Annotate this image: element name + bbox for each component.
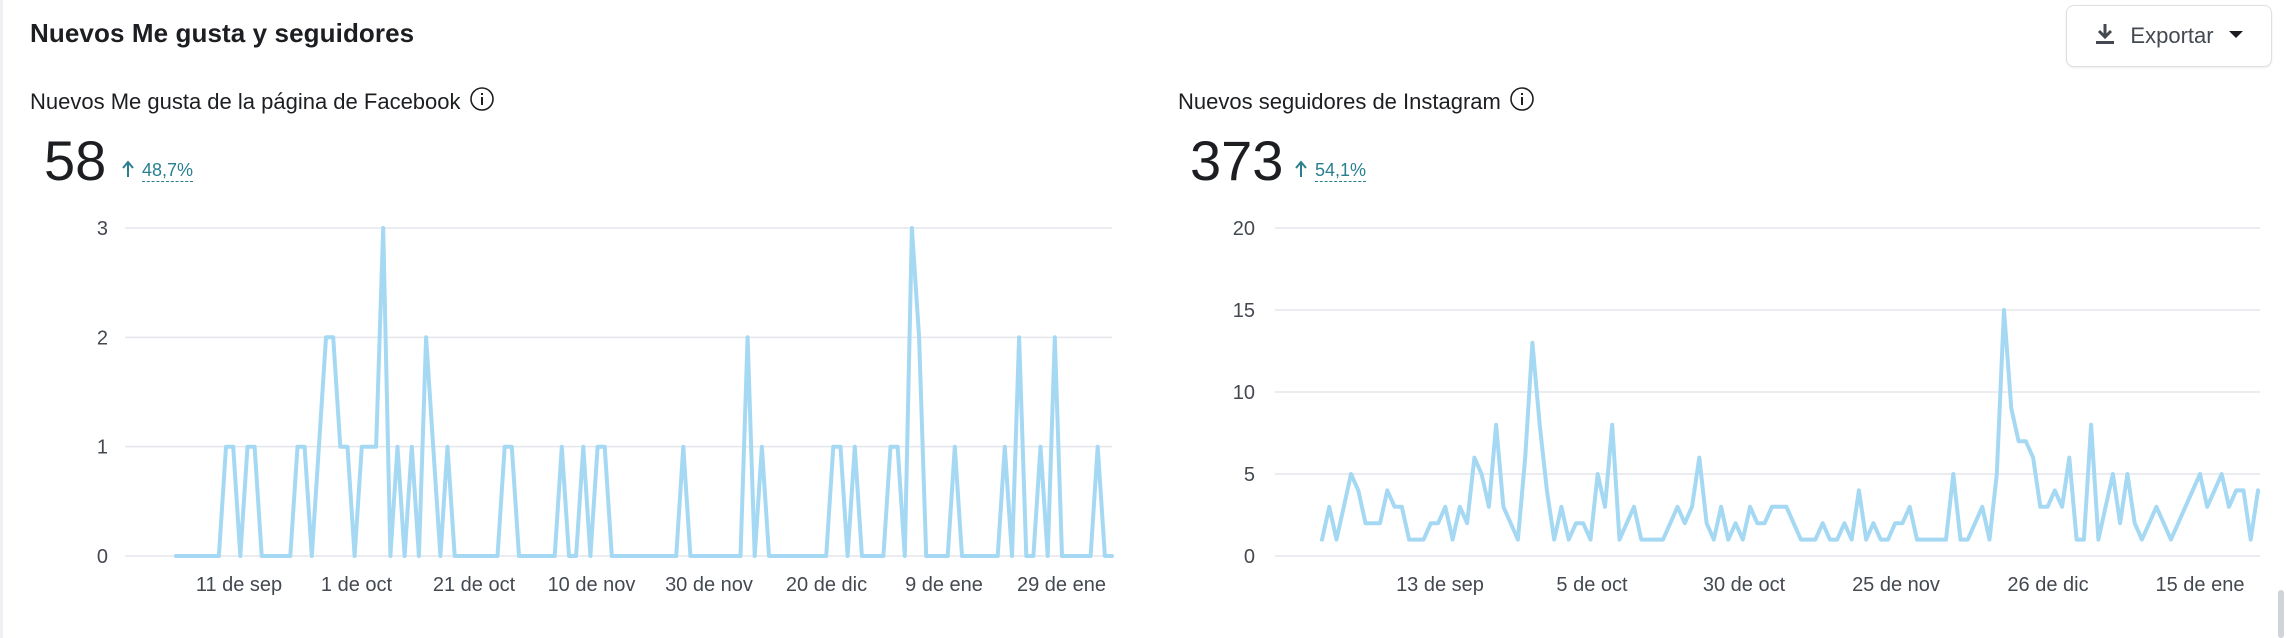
instagram-followers-chart: 0 5 10 15 20 13 de sep 5 de oct 30 de oct 25 de …	[1233, 218, 2260, 596]
y-tick-label: 20	[1233, 218, 1255, 240]
x-tick-label: 5 de oct	[1556, 574, 1628, 596]
x-tick-label: 30 de oct	[1703, 574, 1786, 596]
x-tick-label: 15 de ene	[2156, 574, 2245, 596]
scrollbar[interactable]	[2278, 590, 2284, 638]
y-tick-label: 10	[1233, 382, 1255, 404]
x-tick-label: 25 de nov	[1852, 574, 1940, 596]
y-tick-label: 0	[1244, 546, 1255, 568]
x-tick-label: 13 de sep	[1396, 574, 1484, 596]
y-tick-label: 5	[1244, 464, 1255, 486]
x-tick-label: 26 de dic	[2007, 574, 2088, 596]
y-tick-label: 15	[1233, 300, 1255, 322]
series-line[interactable]	[1320, 308, 2260, 542]
likes-followers-card: Nuevos Me gusta y seguidores Exportar Nu…	[0, 0, 2286, 638]
